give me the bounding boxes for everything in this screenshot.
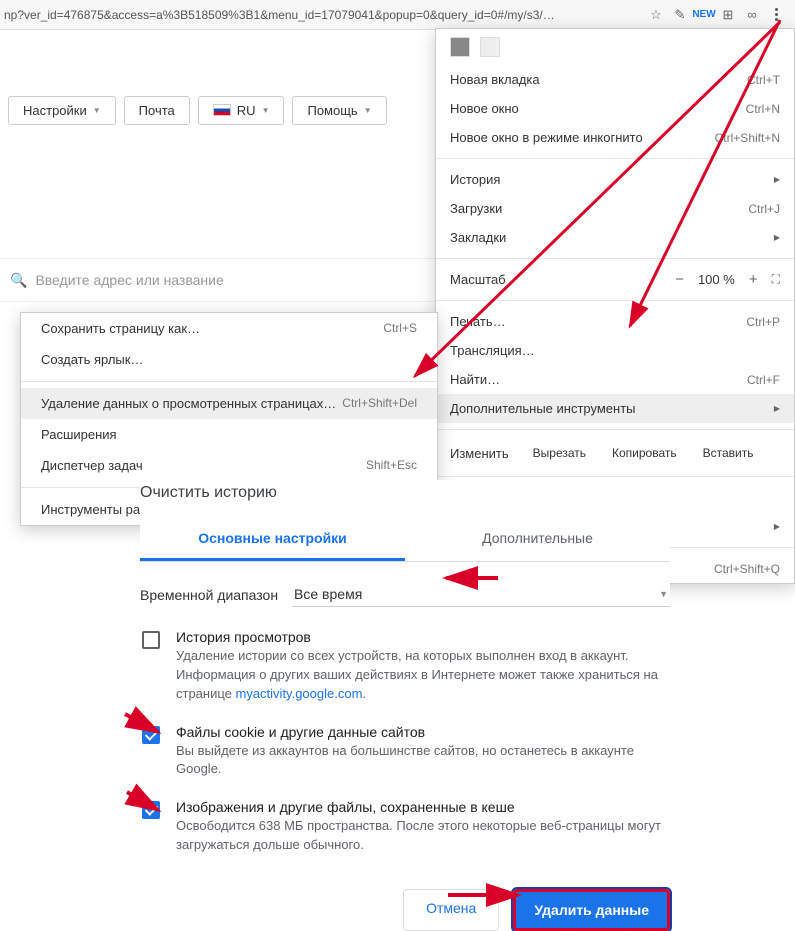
- separator: [436, 258, 794, 259]
- settings-button[interactable]: Настройки ▼: [8, 96, 116, 125]
- ext-icon-1[interactable]: ✎: [671, 6, 689, 24]
- placeholder: Введите адрес или название: [35, 272, 223, 288]
- time-range-select[interactable]: Все время ▼: [292, 582, 670, 607]
- caret-down-icon: ▼: [262, 106, 270, 115]
- menu-zoom-row: Масштаб − 100 % + ⛶: [436, 265, 794, 294]
- option-title: История просмотров: [176, 629, 668, 647]
- submenu-extensions[interactable]: Расширения: [21, 419, 437, 450]
- menu-edit-row: Изменить Вырезать Копировать Вставить: [436, 436, 794, 470]
- zoom-in-button[interactable]: +: [749, 271, 758, 288]
- cut-button[interactable]: Вырезать: [523, 442, 596, 464]
- ext-badge-2[interactable]: [480, 37, 500, 57]
- menu-find[interactable]: Найти…Ctrl+F: [436, 365, 794, 394]
- time-range-row: Временной диапазон Все время ▼: [140, 562, 670, 617]
- zoom-value: 100 %: [698, 272, 735, 287]
- ext-icon-2[interactable]: NEW: [695, 6, 713, 24]
- menu-new-window[interactable]: Новое окноCtrl+N: [436, 94, 794, 123]
- separator: [21, 381, 437, 382]
- submenu-save-page[interactable]: Сохранить страницу как…Ctrl+S: [21, 313, 437, 344]
- checkbox-browsing-history[interactable]: [142, 631, 160, 649]
- url-icons: ☆ ✎ NEW ⊞ ∞: [641, 6, 791, 24]
- menu-downloads[interactable]: ЗагрузкиCtrl+J: [436, 194, 794, 223]
- separator: [436, 429, 794, 430]
- star-icon[interactable]: ☆: [647, 6, 665, 24]
- menu-new-tab[interactable]: Новая вкладкаCtrl+T: [436, 65, 794, 94]
- dialog-tabs: Основные настройки Дополнительные: [140, 520, 670, 562]
- kebab-menu-icon[interactable]: [767, 6, 785, 24]
- label: Почта: [139, 103, 175, 118]
- ext-badge-1[interactable]: [450, 37, 470, 57]
- mail-button[interactable]: Почта: [124, 96, 190, 125]
- delete-data-button[interactable]: Удалить данные: [513, 889, 670, 931]
- caret-down-icon: ▼: [659, 589, 668, 599]
- copy-button[interactable]: Копировать: [602, 442, 687, 464]
- myactivity-link[interactable]: myactivity.google.com: [236, 686, 363, 701]
- caret-down-icon: ▼: [93, 106, 101, 115]
- separator: [436, 476, 794, 477]
- option-desc: Освободится 638 МБ пространства. После э…: [176, 817, 668, 855]
- dialog-buttons: Отмена Удалить данные: [140, 863, 670, 931]
- cancel-button[interactable]: Отмена: [403, 889, 499, 931]
- option-title: Файлы cookie и другие данные сайтов: [176, 724, 668, 742]
- edit-label: Изменить: [450, 446, 509, 461]
- russian-flag-icon: [213, 104, 231, 116]
- menu-more-tools[interactable]: Дополнительные инструменты▶: [436, 394, 794, 423]
- zoom-label: Масштаб: [450, 272, 506, 287]
- submenu-arrow-icon: ▶: [774, 233, 780, 242]
- dialog-title: Очистить историю: [140, 480, 670, 520]
- label: Помощь: [307, 103, 357, 118]
- option-cached-images: Изображения и другие файлы, сохраненные …: [140, 787, 670, 863]
- submenu-arrow-icon: ▶: [774, 175, 780, 184]
- option-browsing-history: История просмотров Удаление истории со в…: [140, 617, 670, 712]
- submenu-task-manager[interactable]: Диспетчер задачShift+Esc: [21, 450, 437, 481]
- menu-header-icons: [436, 29, 794, 65]
- menu-bookmarks[interactable]: Закладки▶: [436, 223, 794, 252]
- menu-print[interactable]: Печать…Ctrl+P: [436, 307, 794, 336]
- checkbox-cached-images[interactable]: [142, 801, 160, 819]
- option-cookies: Файлы cookie и другие данные сайтов Вы в…: [140, 712, 670, 788]
- ext-icon-4[interactable]: ∞: [743, 6, 761, 24]
- caret-down-icon: ▼: [364, 106, 372, 115]
- address-bar-row: np?ver_id=476875&access=a%3B518509%3B1&m…: [0, 0, 795, 30]
- range-value: Все время: [294, 586, 362, 602]
- fullscreen-icon[interactable]: ⛶: [772, 272, 780, 287]
- menu-history[interactable]: История▶: [436, 165, 794, 194]
- range-label: Временной диапазон: [140, 587, 278, 603]
- language-button[interactable]: RU ▼: [198, 96, 285, 125]
- submenu-clear-browsing-data[interactable]: Удаление данных о просмотренных страница…: [21, 388, 437, 419]
- option-title: Изображения и другие файлы, сохраненные …: [176, 799, 668, 817]
- url-text[interactable]: np?ver_id=476875&access=a%3B518509%3B1&m…: [4, 8, 641, 22]
- menu-incognito[interactable]: Новое окно в режиме инкогнитоCtrl+Shift+…: [436, 123, 794, 152]
- submenu-create-shortcut[interactable]: Создать ярлык…: [21, 344, 437, 375]
- label: Настройки: [23, 103, 87, 118]
- paste-button[interactable]: Вставить: [693, 442, 764, 464]
- option-desc: Удаление истории со всех устройств, на к…: [176, 647, 668, 704]
- zoom-out-button[interactable]: −: [675, 271, 684, 288]
- tab-advanced[interactable]: Дополнительные: [405, 520, 670, 561]
- submenu-arrow-icon: ▶: [774, 522, 780, 531]
- tab-basic[interactable]: Основные настройки: [140, 520, 405, 561]
- separator: [436, 158, 794, 159]
- help-button[interactable]: Помощь ▼: [292, 96, 386, 125]
- checkbox-cookies[interactable]: [142, 726, 160, 744]
- ext-icon-3[interactable]: ⊞: [719, 6, 737, 24]
- submenu-arrow-icon: ▶: [774, 404, 780, 413]
- label: RU: [237, 103, 256, 118]
- search-icon: 🔍: [10, 272, 27, 289]
- option-desc: Вы выйдете из аккаунтов на большинстве с…: [176, 742, 668, 780]
- clear-browsing-data-dialog: Очистить историю Основные настройки Допо…: [140, 480, 670, 931]
- separator: [436, 300, 794, 301]
- menu-cast[interactable]: Трансляция…: [436, 336, 794, 365]
